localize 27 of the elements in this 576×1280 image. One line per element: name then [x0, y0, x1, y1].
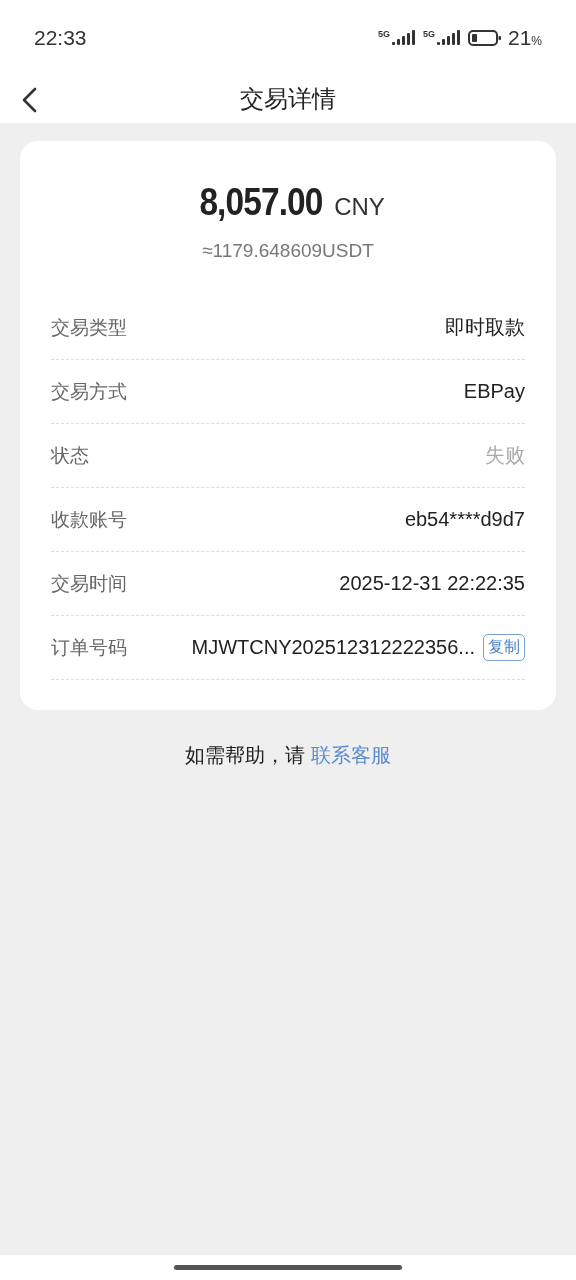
row-value: 2025-12-31 22:22:35	[339, 572, 525, 595]
row-label: 订单号码	[51, 635, 127, 660]
row-value: EBPay	[463, 380, 525, 403]
network-label: 5G	[377, 28, 390, 39]
row-label: 交易类型	[51, 315, 127, 340]
battery-percent: 21	[507, 25, 532, 49]
amount: 8,057.00	[199, 181, 323, 224]
converted-amount: ≈1179.648609USDT	[201, 240, 375, 262]
contact-support-link[interactable]: 联系客服	[310, 744, 391, 766]
battery-icon	[467, 28, 502, 47]
row-label: 交易时间	[51, 571, 127, 596]
clock: 22:33	[34, 25, 87, 50]
row-label: 收款账号	[51, 507, 127, 532]
help-text: 如需帮助，请 联系客服	[184, 743, 392, 768]
row-value: MJWTCNY202512312222356...	[191, 636, 475, 659]
row-value: 失败	[485, 443, 525, 468]
row-value: eb54****d9d7	[404, 508, 525, 531]
network-label: 5G	[422, 28, 435, 39]
signal-icon	[390, 28, 417, 47]
row-label: 交易方式	[51, 379, 127, 404]
currency: CNY	[334, 193, 385, 221]
page-title: 交易详情	[240, 84, 336, 114]
copy-button[interactable]: 复制	[483, 634, 525, 661]
signal-icon	[435, 28, 462, 47]
percent-sign: %	[531, 33, 542, 48]
row-value: 即时取款	[445, 315, 525, 340]
row-label: 状态	[51, 443, 89, 468]
